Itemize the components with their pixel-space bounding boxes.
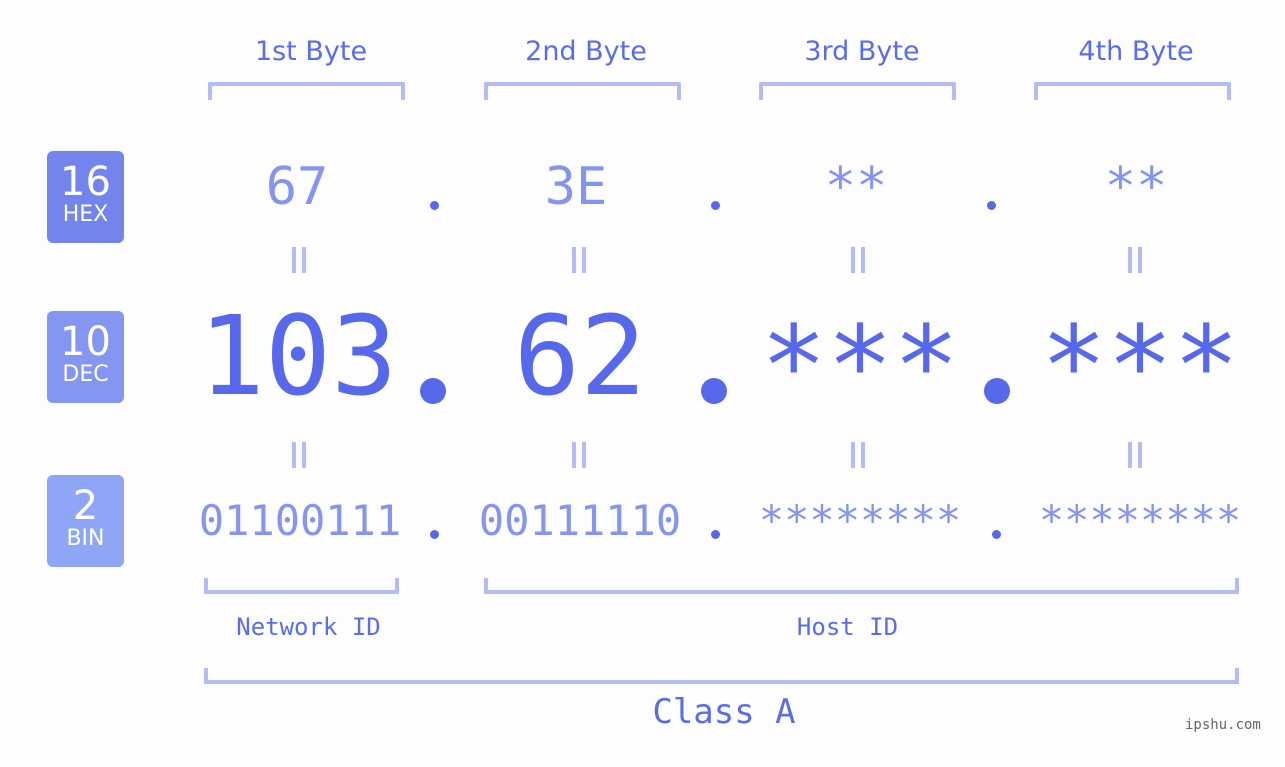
host-id-bracket [484,578,1239,594]
bin-base-label: BIN [66,526,105,551]
hex-separator-dot [430,201,439,210]
hex-byte-4: ** [1104,157,1168,217]
hex-byte-2: 3E [544,157,608,217]
bin-byte-1: 01100111 [198,496,402,545]
hex-byte-3: ** [824,157,888,217]
dec-byte-3: *** [760,302,960,430]
header-byte-2: 2nd Byte [525,36,647,67]
dec-separator-dot [984,378,1010,404]
hex-badge: 16 HEX [47,151,124,243]
host-id-label: Host ID [796,613,899,641]
header-byte-3: 3rd Byte [804,36,920,67]
byte-2-bracket [484,82,681,100]
equals-icon [292,442,306,468]
hex-base-number: 16 [60,159,111,205]
bin-byte-3: ******** [758,496,962,545]
network-id-label: Network ID [236,613,381,641]
bin-byte-4: ******** [1038,496,1242,545]
byte-3-bracket [759,82,956,100]
hex-separator-dot [987,201,996,210]
dec-separator-dot [701,378,727,404]
header-byte-4: 4th Byte [1078,36,1194,67]
class-bracket [204,668,1239,684]
equals-icon [851,247,865,273]
hex-separator-dot [711,201,720,210]
watermark: ipshu.com [1185,717,1261,733]
bin-base-number: 2 [72,483,99,529]
equals-icon [572,442,586,468]
hex-byte-1: 67 [265,157,329,217]
hex-base-label: HEX [62,202,109,227]
dec-base-number: 10 [60,319,111,365]
equals-icon [572,247,586,273]
dec-separator-dot [420,378,446,404]
bin-separator-dot [992,530,1001,539]
byte-4-bracket [1034,82,1231,100]
equals-icon [1128,247,1142,273]
dec-byte-2: 62 [513,292,647,420]
equals-icon [1128,442,1142,468]
equals-icon [851,442,865,468]
byte-1-bracket [208,82,405,100]
dec-base-label: DEC [62,362,109,387]
dec-badge: 10 DEC [47,311,124,403]
dec-byte-1: 103 [198,292,398,420]
bin-byte-2: 00111110 [478,496,682,545]
bin-badge: 2 BIN [47,475,124,567]
class-label: Class A [652,692,796,732]
header-byte-1: 1st Byte [254,36,368,67]
equals-icon [292,247,306,273]
dec-byte-4: *** [1040,302,1240,430]
bin-separator-dot [711,530,720,539]
bin-separator-dot [430,530,439,539]
network-id-bracket [204,578,399,594]
